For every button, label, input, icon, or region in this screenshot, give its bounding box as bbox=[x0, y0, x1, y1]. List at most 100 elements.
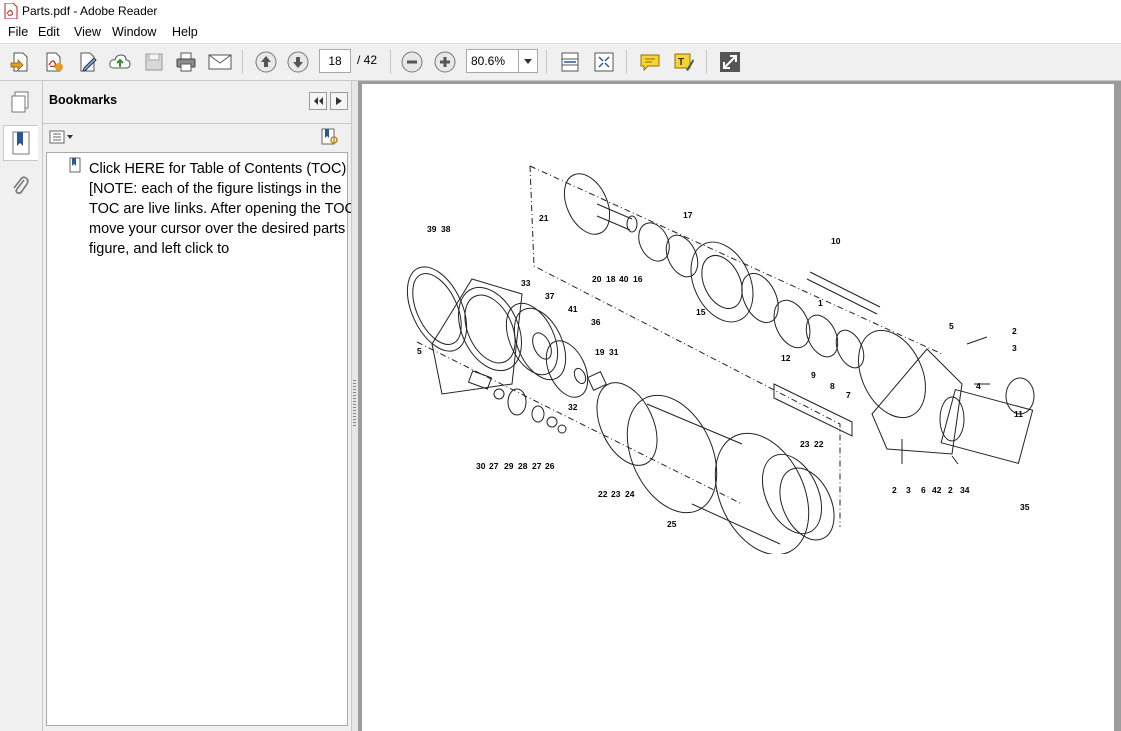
paperclip-icon bbox=[13, 176, 29, 195]
part-label: 23 bbox=[800, 439, 810, 449]
fit-page-width-icon bbox=[561, 52, 579, 72]
highlight-button[interactable]: T bbox=[672, 50, 696, 74]
toolbar-separator bbox=[706, 50, 707, 74]
zoom-select[interactable]: 80.6% bbox=[466, 49, 538, 73]
fit-width-button[interactable] bbox=[558, 50, 582, 74]
part-label: 4 bbox=[976, 381, 981, 391]
create-pdf-button[interactable] bbox=[42, 50, 66, 74]
zoom-value: 80.6% bbox=[471, 54, 506, 68]
part-label: 25 bbox=[667, 519, 677, 529]
window-title: Parts.pdf - Adobe Reader bbox=[22, 4, 158, 18]
title-bar: Parts.pdf - Adobe Reader bbox=[0, 0, 1121, 23]
part-label: 26 bbox=[545, 461, 555, 471]
part-label: 2 bbox=[1012, 326, 1017, 336]
part-label: 2 bbox=[892, 485, 897, 495]
part-label: 31 bbox=[609, 347, 619, 357]
page-number-input[interactable]: 18 bbox=[319, 49, 351, 73]
open-button[interactable] bbox=[8, 50, 32, 74]
part-label: 10 bbox=[831, 236, 841, 246]
part-label: 3 bbox=[906, 485, 911, 495]
comment-button[interactable] bbox=[638, 50, 662, 74]
page-thumbnails-button[interactable] bbox=[3, 85, 37, 119]
pages-icon bbox=[11, 91, 29, 113]
part-label: 20 bbox=[592, 274, 602, 284]
part-label: 37 bbox=[545, 291, 555, 301]
next-page-button[interactable] bbox=[286, 50, 310, 74]
zoom-out-button[interactable] bbox=[400, 50, 424, 74]
print-button[interactable] bbox=[174, 50, 198, 74]
toolbar-separator bbox=[242, 50, 243, 74]
toolbar-separator bbox=[546, 50, 547, 74]
menu-edit[interactable]: Edit bbox=[36, 25, 62, 39]
part-label: 28 bbox=[518, 461, 528, 471]
part-label: 40 bbox=[619, 274, 629, 284]
previous-page-button[interactable] bbox=[254, 50, 278, 74]
toolbar-separator bbox=[626, 50, 627, 74]
bookmarks-header: Bookmarks bbox=[43, 81, 351, 121]
menu-file[interactable]: File bbox=[6, 25, 30, 39]
menu-view[interactable]: View bbox=[72, 25, 103, 39]
fit-page-button[interactable] bbox=[592, 50, 616, 74]
save-button[interactable] bbox=[142, 50, 166, 74]
chevron-right-icon bbox=[336, 97, 342, 105]
part-label: 23 bbox=[611, 489, 621, 499]
part-label: 2 bbox=[948, 485, 953, 495]
arrow-down-circle-icon bbox=[287, 51, 309, 73]
fit-page-icon bbox=[594, 52, 614, 72]
create-pdf-icon bbox=[46, 52, 63, 72]
expand-panel-button[interactable] bbox=[330, 92, 348, 110]
part-label: 24 bbox=[625, 489, 635, 499]
save-disk-icon bbox=[145, 53, 163, 71]
part-label: 16 bbox=[633, 274, 643, 284]
menu-bar: File Edit View Window Help bbox=[0, 23, 1121, 44]
bookmark-item-toc[interactable]: Click HERE for Table of Contents (TOC) [… bbox=[89, 159, 367, 259]
bookmarks-toolbar bbox=[43, 123, 351, 152]
email-button[interactable] bbox=[208, 50, 232, 74]
part-label: 21 bbox=[539, 213, 549, 223]
edit-pdf-button[interactable] bbox=[76, 50, 100, 74]
part-label: 7 bbox=[846, 390, 851, 400]
part-label: 27 bbox=[489, 461, 499, 471]
open-file-icon bbox=[10, 52, 28, 72]
part-label: 36 bbox=[591, 317, 601, 327]
toolbar-separator bbox=[390, 50, 391, 74]
highlighter-icon: T bbox=[674, 53, 694, 71]
page-total: / 42 bbox=[357, 53, 378, 67]
bookmark-options-button[interactable] bbox=[49, 130, 75, 147]
collapse-panel-button[interactable] bbox=[309, 92, 327, 110]
part-label: 15 bbox=[696, 307, 706, 317]
svg-text:T: T bbox=[678, 57, 684, 68]
zoom-in-button[interactable] bbox=[433, 50, 457, 74]
part-label: 3 bbox=[1012, 343, 1017, 353]
part-label: 22 bbox=[598, 489, 608, 499]
splitter-grip[interactable] bbox=[353, 380, 356, 428]
menu-help[interactable]: Help bbox=[170, 25, 200, 39]
upload-button[interactable] bbox=[108, 50, 132, 74]
part-label: 34 bbox=[960, 485, 970, 495]
part-label: 5 bbox=[417, 346, 422, 356]
chevron-down-icon[interactable] bbox=[518, 50, 537, 72]
plus-circle-icon bbox=[434, 51, 456, 73]
part-label: 41 bbox=[568, 304, 578, 314]
part-label: 6 bbox=[921, 485, 926, 495]
part-label: 32 bbox=[568, 402, 578, 412]
part-label: 38 bbox=[441, 224, 451, 234]
part-label: 33 bbox=[521, 278, 531, 288]
bookmark-search-icon bbox=[321, 128, 338, 145]
attachments-button[interactable] bbox=[3, 169, 37, 203]
bookmark-item-icon bbox=[69, 157, 81, 173]
part-label: 30 bbox=[476, 461, 486, 471]
speech-bubble-icon bbox=[640, 54, 660, 72]
find-bookmark-button[interactable] bbox=[321, 128, 339, 149]
part-label: 5 bbox=[949, 321, 954, 331]
navigation-rail bbox=[0, 81, 43, 731]
part-label: 11 bbox=[1014, 409, 1023, 419]
bookmarks-tab-button[interactable] bbox=[3, 125, 38, 161]
fullscreen-button[interactable] bbox=[718, 50, 742, 74]
part-label: 18 bbox=[606, 274, 616, 284]
menu-window[interactable]: Window bbox=[110, 25, 158, 39]
double-chevron-left-icon bbox=[314, 97, 323, 105]
part-label: 39 bbox=[427, 224, 437, 234]
bookmarks-title: Bookmarks bbox=[49, 93, 118, 107]
part-label: 1 bbox=[818, 298, 823, 308]
